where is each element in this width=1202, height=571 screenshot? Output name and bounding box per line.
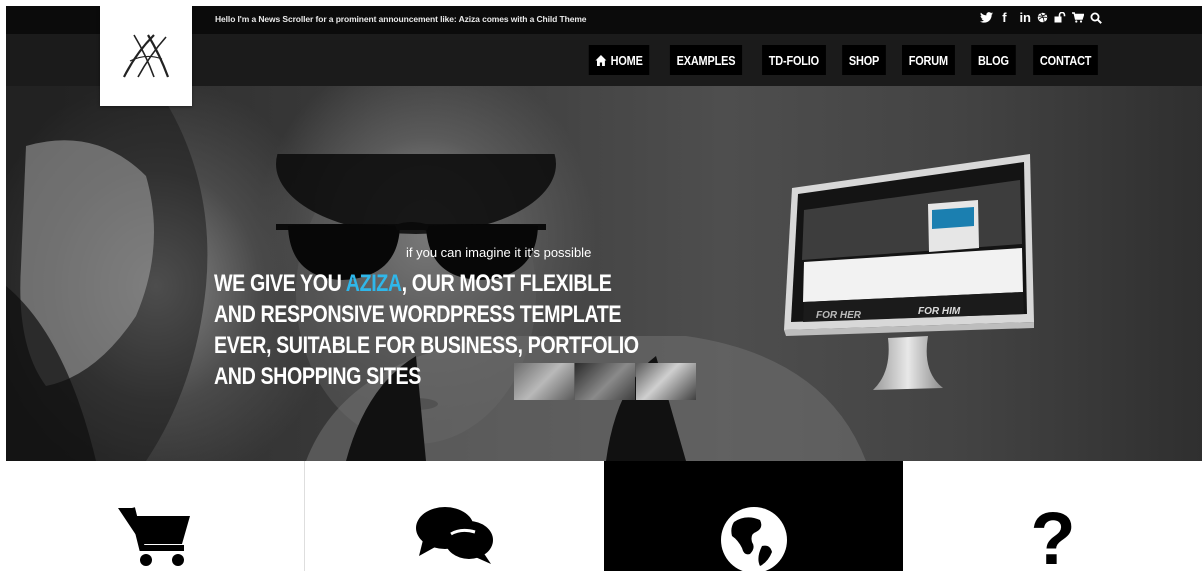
question-mark-icon: ? [1030,506,1075,570]
slider-thumbnails [514,363,696,400]
facebook-icon[interactable]: f [999,10,1009,25]
headline-text-start: WE GIVE YOU [214,270,346,297]
monitor-image: FOR HER FOR HIM [784,154,1034,390]
shopping-cart-icon [118,507,190,566]
aziza-logo-mark [123,34,170,78]
nav-item-home[interactable]: HOME [589,45,650,75]
for-her-label: FOR HER [816,310,862,321]
feature-help[interactable]: ? [903,461,1202,571]
hero-slider: FOR HER FOR HIM if you can imagine it it… [6,86,1202,461]
nav-item-td-folio[interactable]: TD-FOLIO [761,45,826,75]
question-glyph: ? [1030,506,1075,570]
site-container: Hello I'm a News Scroller for a prominen… [6,6,1202,571]
globe-icon [720,507,787,571]
slider-thumbnail[interactable] [514,363,574,400]
nav-item-blog[interactable]: BLOG [971,45,1016,75]
linkedin-icon[interactable]: in [1019,10,1031,25]
home-icon [595,54,607,66]
slider-thumbnail[interactable] [636,363,696,400]
headline-brand-accent: AZIZA [345,270,402,297]
nav-item-label: HOME [611,52,644,68]
main-nav: HOME EXAMPLES TD-FOLIO SHOP FORUM BLOG C… [583,45,1104,75]
aziza-logo[interactable] [100,6,192,106]
feature-global[interactable] [604,461,903,571]
hero-tagline: if you can imagine it it's possible [406,245,592,260]
for-him-label: FOR HIM [918,306,961,317]
lock-icon[interactable] [1054,12,1066,23]
woman-silhouette [6,86,208,461]
feature-shop[interactable] [6,461,305,571]
cart-icon[interactable] [1072,12,1084,23]
social-icons: f in [980,10,1102,25]
dribbble-icon[interactable] [1037,12,1048,23]
nav-item-examples[interactable]: EXAMPLES [669,45,742,75]
feature-forum[interactable] [305,461,604,571]
slider-thumbnail[interactable] [575,363,635,400]
comments-icon [415,507,493,564]
feature-blocks: ? [6,461,1202,571]
twitter-icon[interactable] [980,12,994,23]
search-icon[interactable] [1090,12,1102,24]
nav-item-contact[interactable]: CONTACT [1032,45,1098,75]
news-ticker[interactable]: Hello I'm a News Scroller for a prominen… [215,14,587,24]
nav-item-shop[interactable]: SHOP [842,45,887,75]
nav-item-forum[interactable]: FORUM [902,45,956,75]
